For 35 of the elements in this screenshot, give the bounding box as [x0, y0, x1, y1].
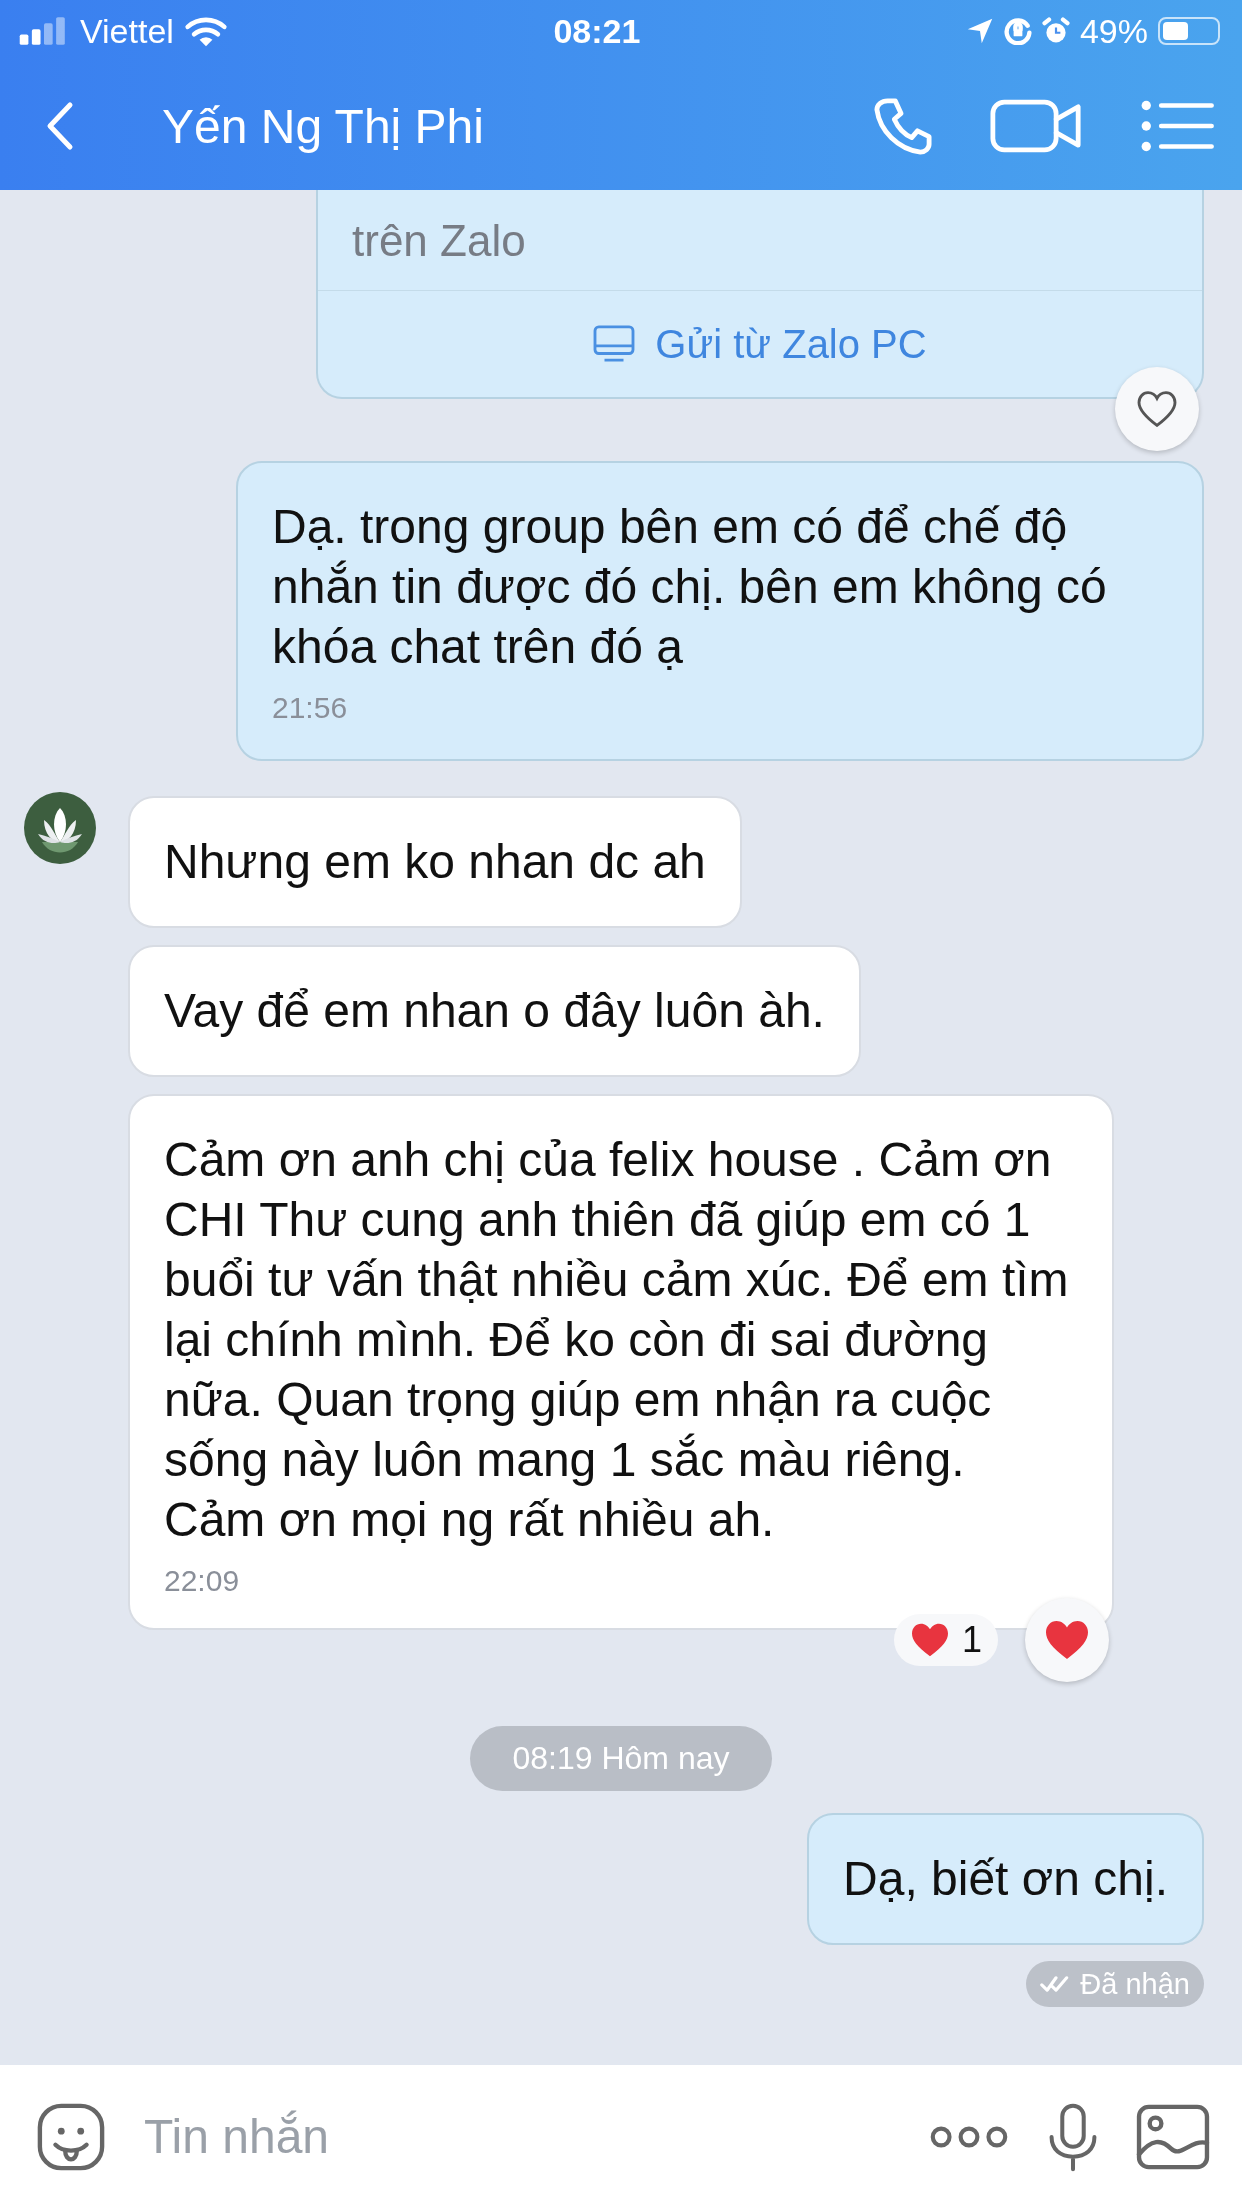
battery-icon: [1158, 17, 1220, 45]
status-text: Đã nhận: [1080, 1967, 1190, 2001]
status-time: 08:21: [553, 11, 641, 51]
message-time: 21:56: [272, 691, 349, 725]
like-button[interactable]: [1115, 367, 1199, 451]
like-button[interactable]: [1025, 1598, 1109, 1682]
message-bubble[interactable]: Vay để em nhan o đây luôn àh.: [128, 945, 861, 1077]
sticker-icon[interactable]: [36, 2101, 106, 2172]
source-label: Gửi từ Zalo PC: [655, 321, 927, 367]
avatar-lotus-icon: [24, 792, 96, 864]
carrier-name: Viettel: [80, 11, 174, 51]
heart-icon: [1044, 1619, 1090, 1661]
message-text: Nhưng em ko nhan dc ah: [164, 834, 706, 890]
battery-percent: 49%: [1079, 11, 1148, 51]
rotation-lock-icon: [1003, 17, 1032, 45]
heart-outline-icon: [1137, 391, 1177, 427]
message-text: Dạ, biết ơn chị.: [843, 1851, 1168, 1907]
contact-name: Yến Ng Thị Phi: [162, 98, 485, 154]
message-bubble[interactable]: Dạ, biết ơn chị.: [807, 1813, 1204, 1945]
message-time: 22:09: [164, 1564, 241, 1598]
menu-icon[interactable]: [1140, 98, 1216, 154]
phone-icon[interactable]: [874, 97, 932, 155]
message-bubble[interactable]: Nhưng em ko nhan dc ah: [128, 796, 742, 928]
message-text: Cảm ơn anh chị của felix house . Cảm ơn CHI Thư cung anh thiên đã giúp em có 1 buổi tư vấn thật nhiều cảm xúc. Để em tìm lại chính mình. Để ko còn đi sai đường nữa. Quan trọng giúp em nhận ra cuộc sống này luôn mang 1 sắc màu riêng. Cảm ơn mọi ng rất nhiều ah.: [164, 1132, 1070, 1548]
monitor-icon: [593, 325, 636, 363]
message-text: Vay để em nhan o đây luôn àh.: [164, 983, 825, 1039]
reaction-number: 1: [961, 1619, 982, 1661]
date-separator: 08:19 Hôm nay: [470, 1726, 772, 1791]
heart-icon: [909, 1622, 950, 1658]
message-text: trên Zalo: [351, 216, 527, 267]
video-camera-icon[interactable]: [990, 99, 1082, 153]
alarm-clock-icon: [1041, 17, 1070, 45]
image-icon[interactable]: [1136, 2103, 1210, 2170]
message-text: Dạ. trong group bên em có để chế độ nhắn tin được đó chị. bên em không có khóa chat trên đó ạ: [272, 499, 1108, 675]
message-bubble[interactable]: Dạ. trong group bên em có để chế độ nhắn tin được đó chị. bên em không có khóa chat trên đó ạ 21:56: [236, 461, 1204, 761]
